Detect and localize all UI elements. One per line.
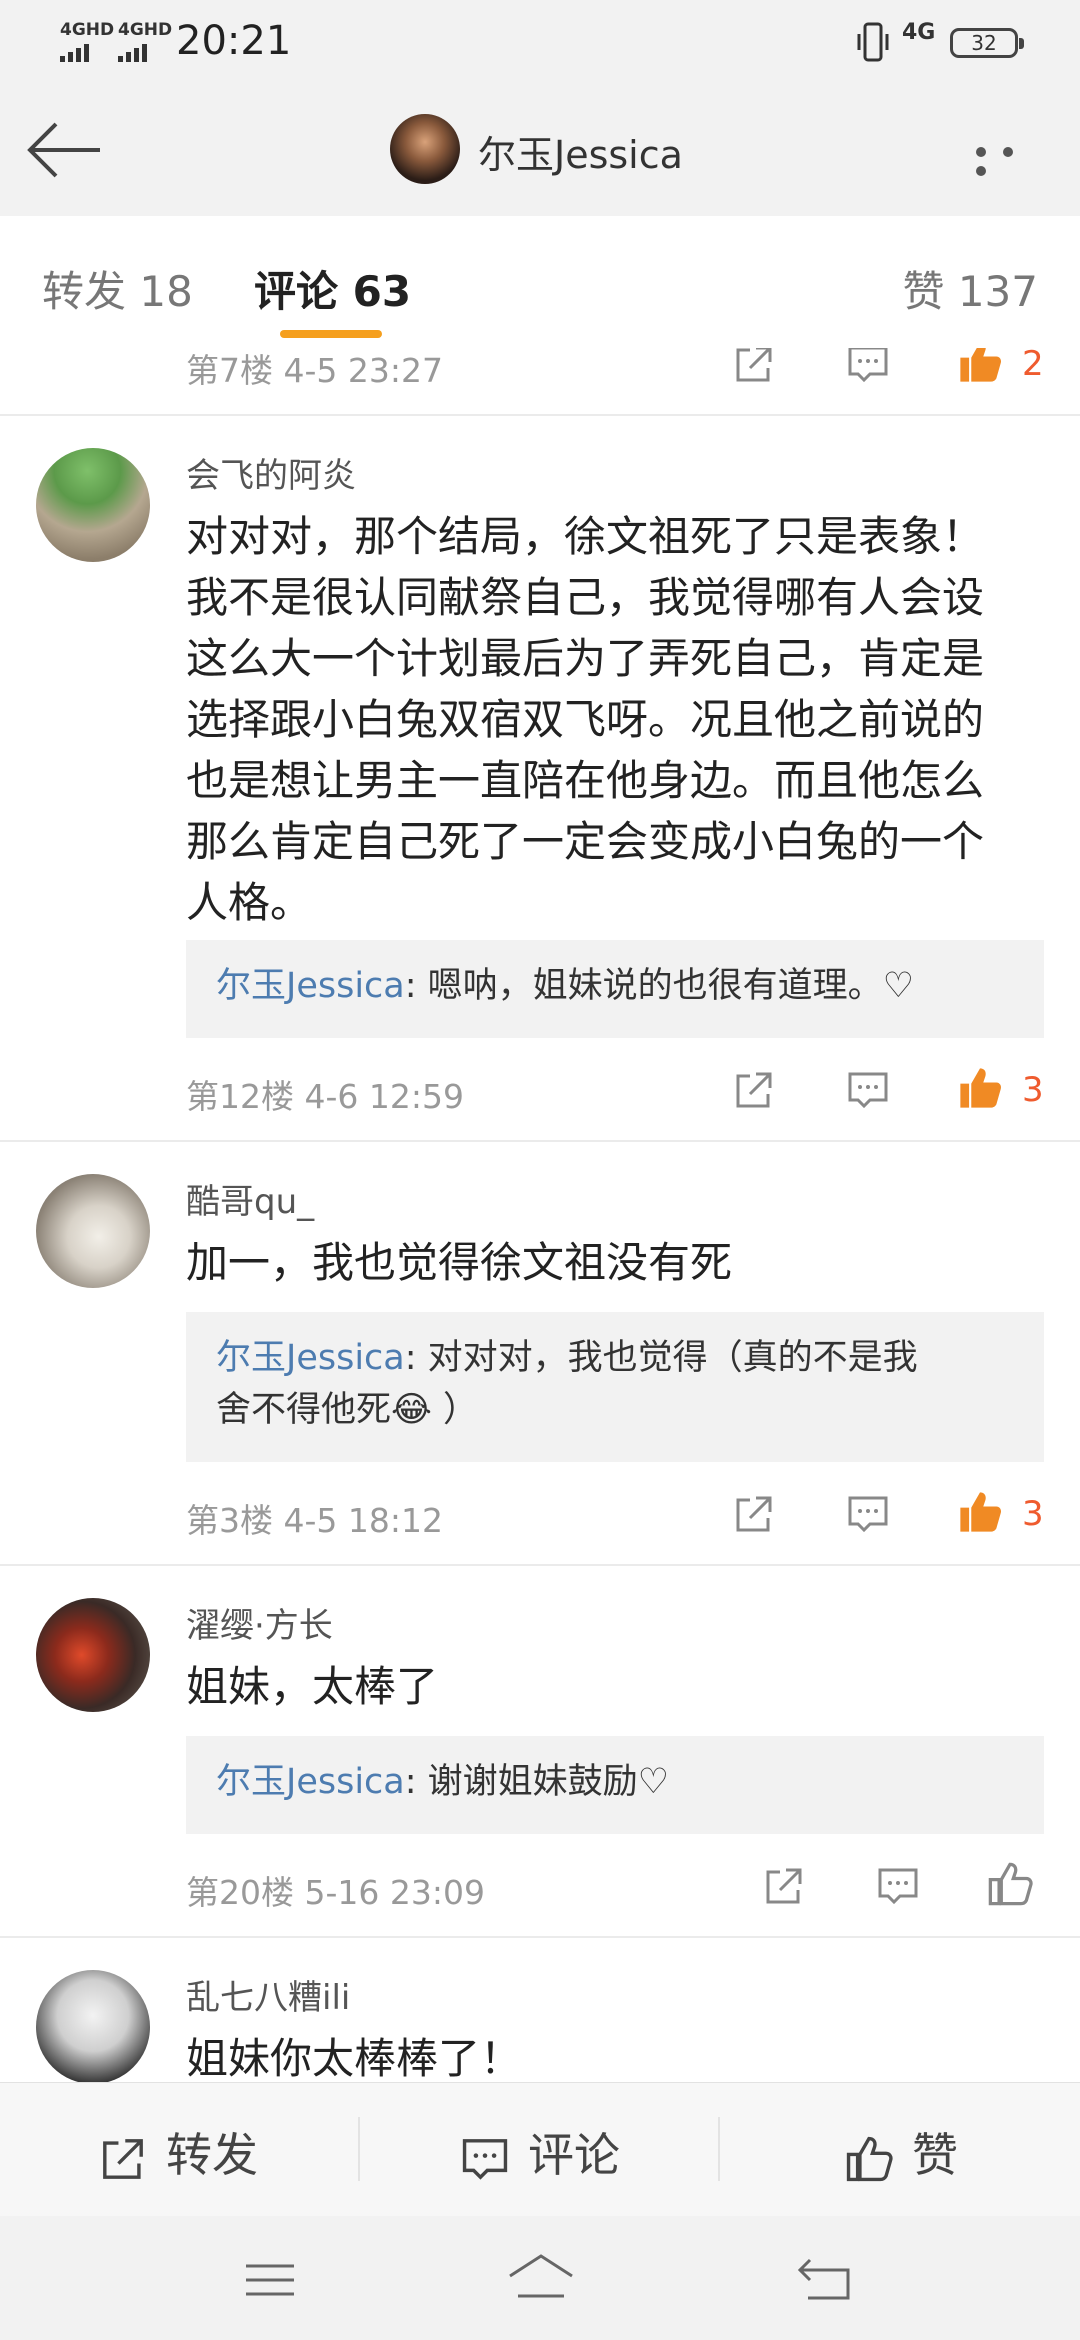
comment-floor-meta: 第20楼 5-16 23:09 [186,1873,485,1912]
author-reply[interactable]: 尔玉Jessica: 嗯呐，姐妹说的也很有道理。♡ [186,940,1044,1038]
separator [358,2117,360,2181]
comment-line: 姐妹你太棒棒了！ [186,2034,523,2082]
bottom-action-bar: 转发 评论 赞 [0,2082,1080,2217]
like-icon [846,2136,893,2181]
comment-line: 姐妹，太棒了 [186,1662,439,1711]
tab-comment[interactable]: 评论 63 [254,258,411,319]
vibrate-icon [857,22,889,62]
repost-icon[interactable] [732,1068,776,1112]
reply-text-line2: 舍不得他死😂 ） [216,1390,479,1430]
comment-line: 加一，我也觉得徐文祖没有死 [186,1238,733,1287]
signal-2-icon: 4GHD [118,20,173,62]
bottom-comment-label: 评论 [528,2128,620,2182]
comment-icon[interactable] [846,348,890,386]
system-nav-bar [0,2216,1080,2340]
comment-line: 人格。 [186,878,313,927]
comment-text: 对对对，那个结局，徐文祖死了只是表象！ 我不是很认同献祭自己，我觉得哪有人会设 … [186,506,1056,933]
reply-author-name[interactable]: 尔玉Jessica [216,1338,405,1378]
comment-username[interactable]: 濯缨·方长 [186,1598,333,1647]
comment-text: 加一，我也觉得徐文祖没有死 [186,1232,1056,1293]
comment-icon[interactable] [846,1492,890,1536]
page-title[interactable]: 尔玉Jessica [478,124,683,179]
divider [0,1564,1080,1566]
author-reply[interactable]: 尔玉Jessica: 谢谢姐妹鼓励♡ [186,1736,1044,1834]
avatar[interactable] [36,1598,150,1712]
tab-like[interactable]: 赞 137 [902,258,1038,319]
signal-1-label: 4GHD [60,20,115,40]
more-dots-icon[interactable] [976,142,1056,176]
bottom-like-label: 赞 [912,2128,958,2182]
comment-line: 我不是很认同献祭自己，我觉得哪有人会设 [186,573,985,622]
reply-text: : 对对对，我也觉得（真的不是我 [404,1338,918,1378]
divider [0,1140,1080,1142]
comment-text: 姐妹你太棒棒了！ [186,2028,1056,2082]
comment-floor-meta: 第7楼 4-5 23:27 [186,351,443,390]
comment-icon [462,2138,508,2180]
network-icon: 4G [902,20,936,45]
status-bar: 4GHD 4GHD 20:21 4G 32 [0,0,1080,84]
comment-username[interactable]: 会飞的阿炎 [186,448,356,497]
separator [718,2117,720,2181]
reply-author-name[interactable]: 尔玉Jessica [216,1762,405,1802]
bottom-comment-button[interactable]: 评论 [460,2119,620,2185]
reply-text: : 嗯呐，姐妹说的也很有道理。♡ [404,966,915,1006]
tab-repost[interactable]: 转发 18 [42,258,193,319]
author-avatar[interactable] [390,114,460,184]
menu-icon[interactable] [244,2260,296,2300]
divider [0,1936,1080,1938]
comment-floor-meta: 第12楼 4-6 12:59 [186,1077,464,1116]
comment-icon[interactable] [846,1068,890,1112]
like-icon-active[interactable] [956,1064,1004,1112]
avatar[interactable] [36,1174,150,1288]
comment-line: 也是想让男主一直陪在他身边。而且他怎么 [186,756,985,805]
avatar[interactable] [36,1970,150,2082]
comment-text: 姐妹，太棒了 [186,1656,1056,1717]
battery-icon: 32 [950,28,1024,58]
comment-username[interactable]: 酷哥qu_ [186,1174,314,1223]
author-reply[interactable]: 尔玉Jessica: 对对对，我也觉得（真的不是我 舍不得他死😂 ） [186,1312,1044,1462]
like-icon-active[interactable] [956,1488,1004,1536]
reply-text: : 谢谢姐妹鼓励♡ [404,1762,670,1802]
divider [0,414,1080,416]
comment-floor-meta: 第3楼 4-5 18:12 [186,1501,443,1540]
like-count: 3 [1022,1494,1044,1534]
comment-line: 这么大一个计划最后为了弄死自己，肯定是 [186,634,985,683]
repost-icon[interactable] [762,1864,806,1908]
bottom-repost-button[interactable]: 转发 [98,2119,258,2185]
like-icon[interactable] [986,1860,1034,1908]
return-icon[interactable] [796,2256,852,2302]
like-count: 2 [1022,348,1044,384]
title-bar: 尔玉Jessica [0,84,1080,216]
signal-2-label: 4GHD [118,20,173,40]
tab-bar: 转发 18 评论 63 赞 137 [0,216,1080,349]
comment-icon[interactable] [876,1864,920,1908]
home-icon[interactable] [506,2252,576,2302]
bottom-repost-label: 转发 [166,2128,258,2182]
comment-line: 那么肯定自己死了一定会变成小白兔的一个 [186,817,985,866]
clock: 20:21 [176,18,292,64]
avatar[interactable] [36,448,150,562]
active-tab-indicator [280,330,382,338]
reply-author-name[interactable]: 尔玉Jessica [216,966,405,1006]
comment-line: 选择跟小白兔双宿双飞呀。况且他之前说的 [186,695,985,744]
comment-line: 对对对，那个结局，徐文祖死了只是表象！ [186,512,985,561]
repost-icon [103,2138,143,2179]
signal-1-icon: 4GHD [60,20,115,62]
back-arrow-icon[interactable] [24,120,106,180]
bottom-like-button[interactable]: 赞 [844,2119,958,2185]
comment-username[interactable]: 乱七八糟ili [186,1970,350,2019]
like-count: 3 [1022,1070,1044,1110]
comment-list[interactable]: 第7楼 4-5 23:27 2 会飞的阿炎 对对对，那个结局，徐文祖死了只是表象… [0,348,1080,2082]
repost-icon[interactable] [732,1492,776,1536]
repost-icon[interactable] [732,348,776,386]
like-icon-active[interactable] [956,348,1004,386]
